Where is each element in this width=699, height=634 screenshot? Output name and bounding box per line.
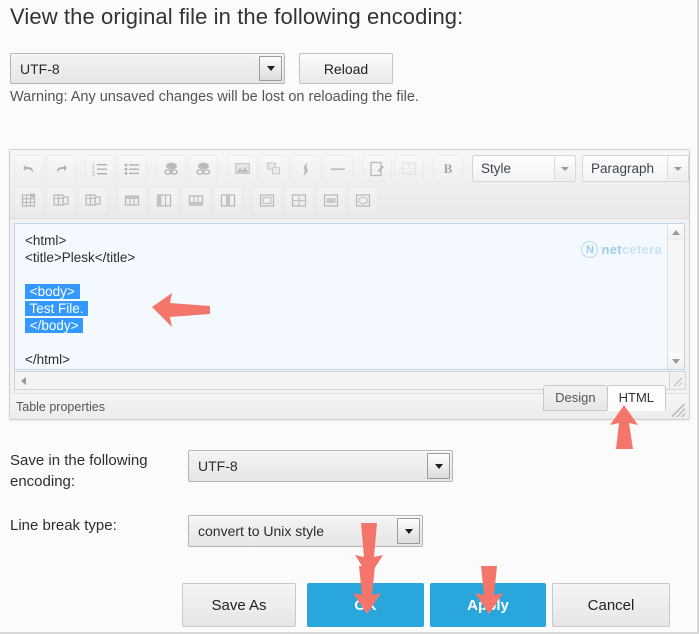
- insert-link-icon[interactable]: [156, 155, 186, 182]
- toolbar-row-1: 1 2 3 B Style Paragraph: [14, 154, 689, 183]
- selected-code-text: <body>: [25, 284, 80, 299]
- editor-resize-grip[interactable]: [672, 404, 685, 417]
- chevron-down-icon: [554, 157, 574, 180]
- redo-icon[interactable]: [46, 155, 76, 182]
- selected-code-text: </body>: [25, 318, 84, 333]
- line-break-value: convert to Unix style: [198, 523, 325, 539]
- view-encoding-row: UTF-8 Reload: [10, 53, 393, 84]
- chevron-down-icon: [397, 518, 420, 544]
- split-cell-icon[interactable]: [348, 187, 378, 214]
- element-path-status: Table properties: [16, 399, 105, 414]
- code-line: <body>: [25, 283, 657, 300]
- tab-html[interactable]: HTML: [606, 385, 666, 411]
- merge-cells-icon[interactable]: [316, 187, 346, 214]
- chevron-down-icon: [427, 453, 450, 479]
- delete-column-icon[interactable]: [284, 187, 314, 214]
- selected-code-text: Test File.: [25, 301, 89, 316]
- editor-view-tabs: Design HTML: [543, 385, 666, 411]
- save-as-button[interactable]: Save As: [182, 583, 296, 627]
- unlink-icon[interactable]: [188, 155, 218, 182]
- dialog-footer: Save As OK Apply Cancel: [0, 583, 697, 631]
- horizontal-rule-icon[interactable]: [323, 155, 353, 182]
- paragraph-select[interactable]: Paragraph: [582, 155, 689, 182]
- insert-media-icon[interactable]: [259, 155, 289, 182]
- code-line: </html>: [25, 352, 71, 367]
- editor-status-bar: Table properties Design HTML: [11, 385, 688, 419]
- html-editor: 1 2 3 B Style Paragraph <html> <title>Pl…: [9, 149, 690, 420]
- style-select-value: Style: [481, 161, 512, 176]
- insert-row-after-icon[interactable]: [181, 187, 211, 214]
- editor-toolbar: 1 2 3 B Style Paragraph: [10, 150, 689, 219]
- edit-source-icon[interactable]: [362, 155, 392, 182]
- page-title: View the original file in the following …: [10, 4, 464, 29]
- scroll-left-icon[interactable]: [15, 372, 32, 389]
- style-select[interactable]: Style: [472, 155, 576, 182]
- tab-design[interactable]: Design: [543, 385, 608, 411]
- code-line: </body>: [25, 317, 657, 334]
- table-cell-properties-icon[interactable]: [78, 187, 108, 214]
- svg-text:3: 3: [92, 172, 95, 177]
- save-encoding-row: Save in the following encoding: UTF-8: [10, 450, 480, 492]
- code-line: Test File.: [25, 300, 657, 317]
- reload-button[interactable]: Reload: [299, 53, 393, 84]
- editor-vertical-scrollbar[interactable]: [667, 224, 684, 369]
- chevron-down-icon: [259, 56, 282, 81]
- show-guidelines-icon[interactable]: [394, 155, 424, 182]
- insert-table-icon[interactable]: [14, 187, 44, 214]
- insert-flash-icon[interactable]: [291, 155, 321, 182]
- reload-warning-text: Warning: Any unsaved changes will be los…: [10, 89, 419, 105]
- bullet-list-icon[interactable]: [117, 155, 147, 182]
- scrollbar-corner-grip: [669, 371, 686, 390]
- apply-button[interactable]: Apply: [430, 583, 546, 627]
- save-encoding-label: Save in the following encoding:: [10, 452, 148, 490]
- html-source-textarea[interactable]: <html> <title>Plesk</title> <body> Test F…: [14, 223, 685, 370]
- bold-icon[interactable]: B: [433, 155, 463, 182]
- code-line: <html>: [25, 233, 67, 248]
- delete-row-icon[interactable]: [252, 187, 282, 214]
- cancel-button[interactable]: Cancel: [552, 583, 670, 627]
- paragraph-select-value: Paragraph: [591, 161, 655, 176]
- view-encoding-select[interactable]: UTF-8: [10, 53, 285, 84]
- save-encoding-value: UTF-8: [198, 458, 238, 474]
- code-line: <title>Plesk</title>: [25, 250, 136, 265]
- table-row-properties-icon[interactable]: [46, 187, 76, 214]
- insert-column-after-icon[interactable]: [213, 187, 243, 214]
- line-break-label: Line break type:: [10, 517, 117, 534]
- insert-column-before-icon[interactable]: [149, 187, 179, 214]
- save-encoding-select[interactable]: UTF-8: [188, 450, 453, 482]
- view-encoding-value: UTF-8: [20, 60, 60, 77]
- scroll-up-icon[interactable]: [668, 224, 684, 240]
- insert-image-icon[interactable]: [227, 155, 257, 182]
- line-break-row: Line break type: convert to Unix style: [10, 515, 480, 547]
- insert-row-before-icon[interactable]: [117, 187, 147, 214]
- toolbar-row-2: [14, 186, 685, 215]
- numbered-list-icon[interactable]: 1 2 3: [85, 155, 115, 182]
- dialog-root: View the original file in the following …: [0, 0, 699, 634]
- undo-icon[interactable]: [14, 155, 44, 182]
- ok-button[interactable]: OK: [307, 583, 424, 627]
- html-source-content: <html> <title>Plesk</title> <body> Test F…: [15, 224, 667, 369]
- line-break-select[interactable]: convert to Unix style: [188, 515, 423, 547]
- chevron-down-icon: [667, 157, 687, 180]
- scroll-down-icon[interactable]: [668, 353, 684, 369]
